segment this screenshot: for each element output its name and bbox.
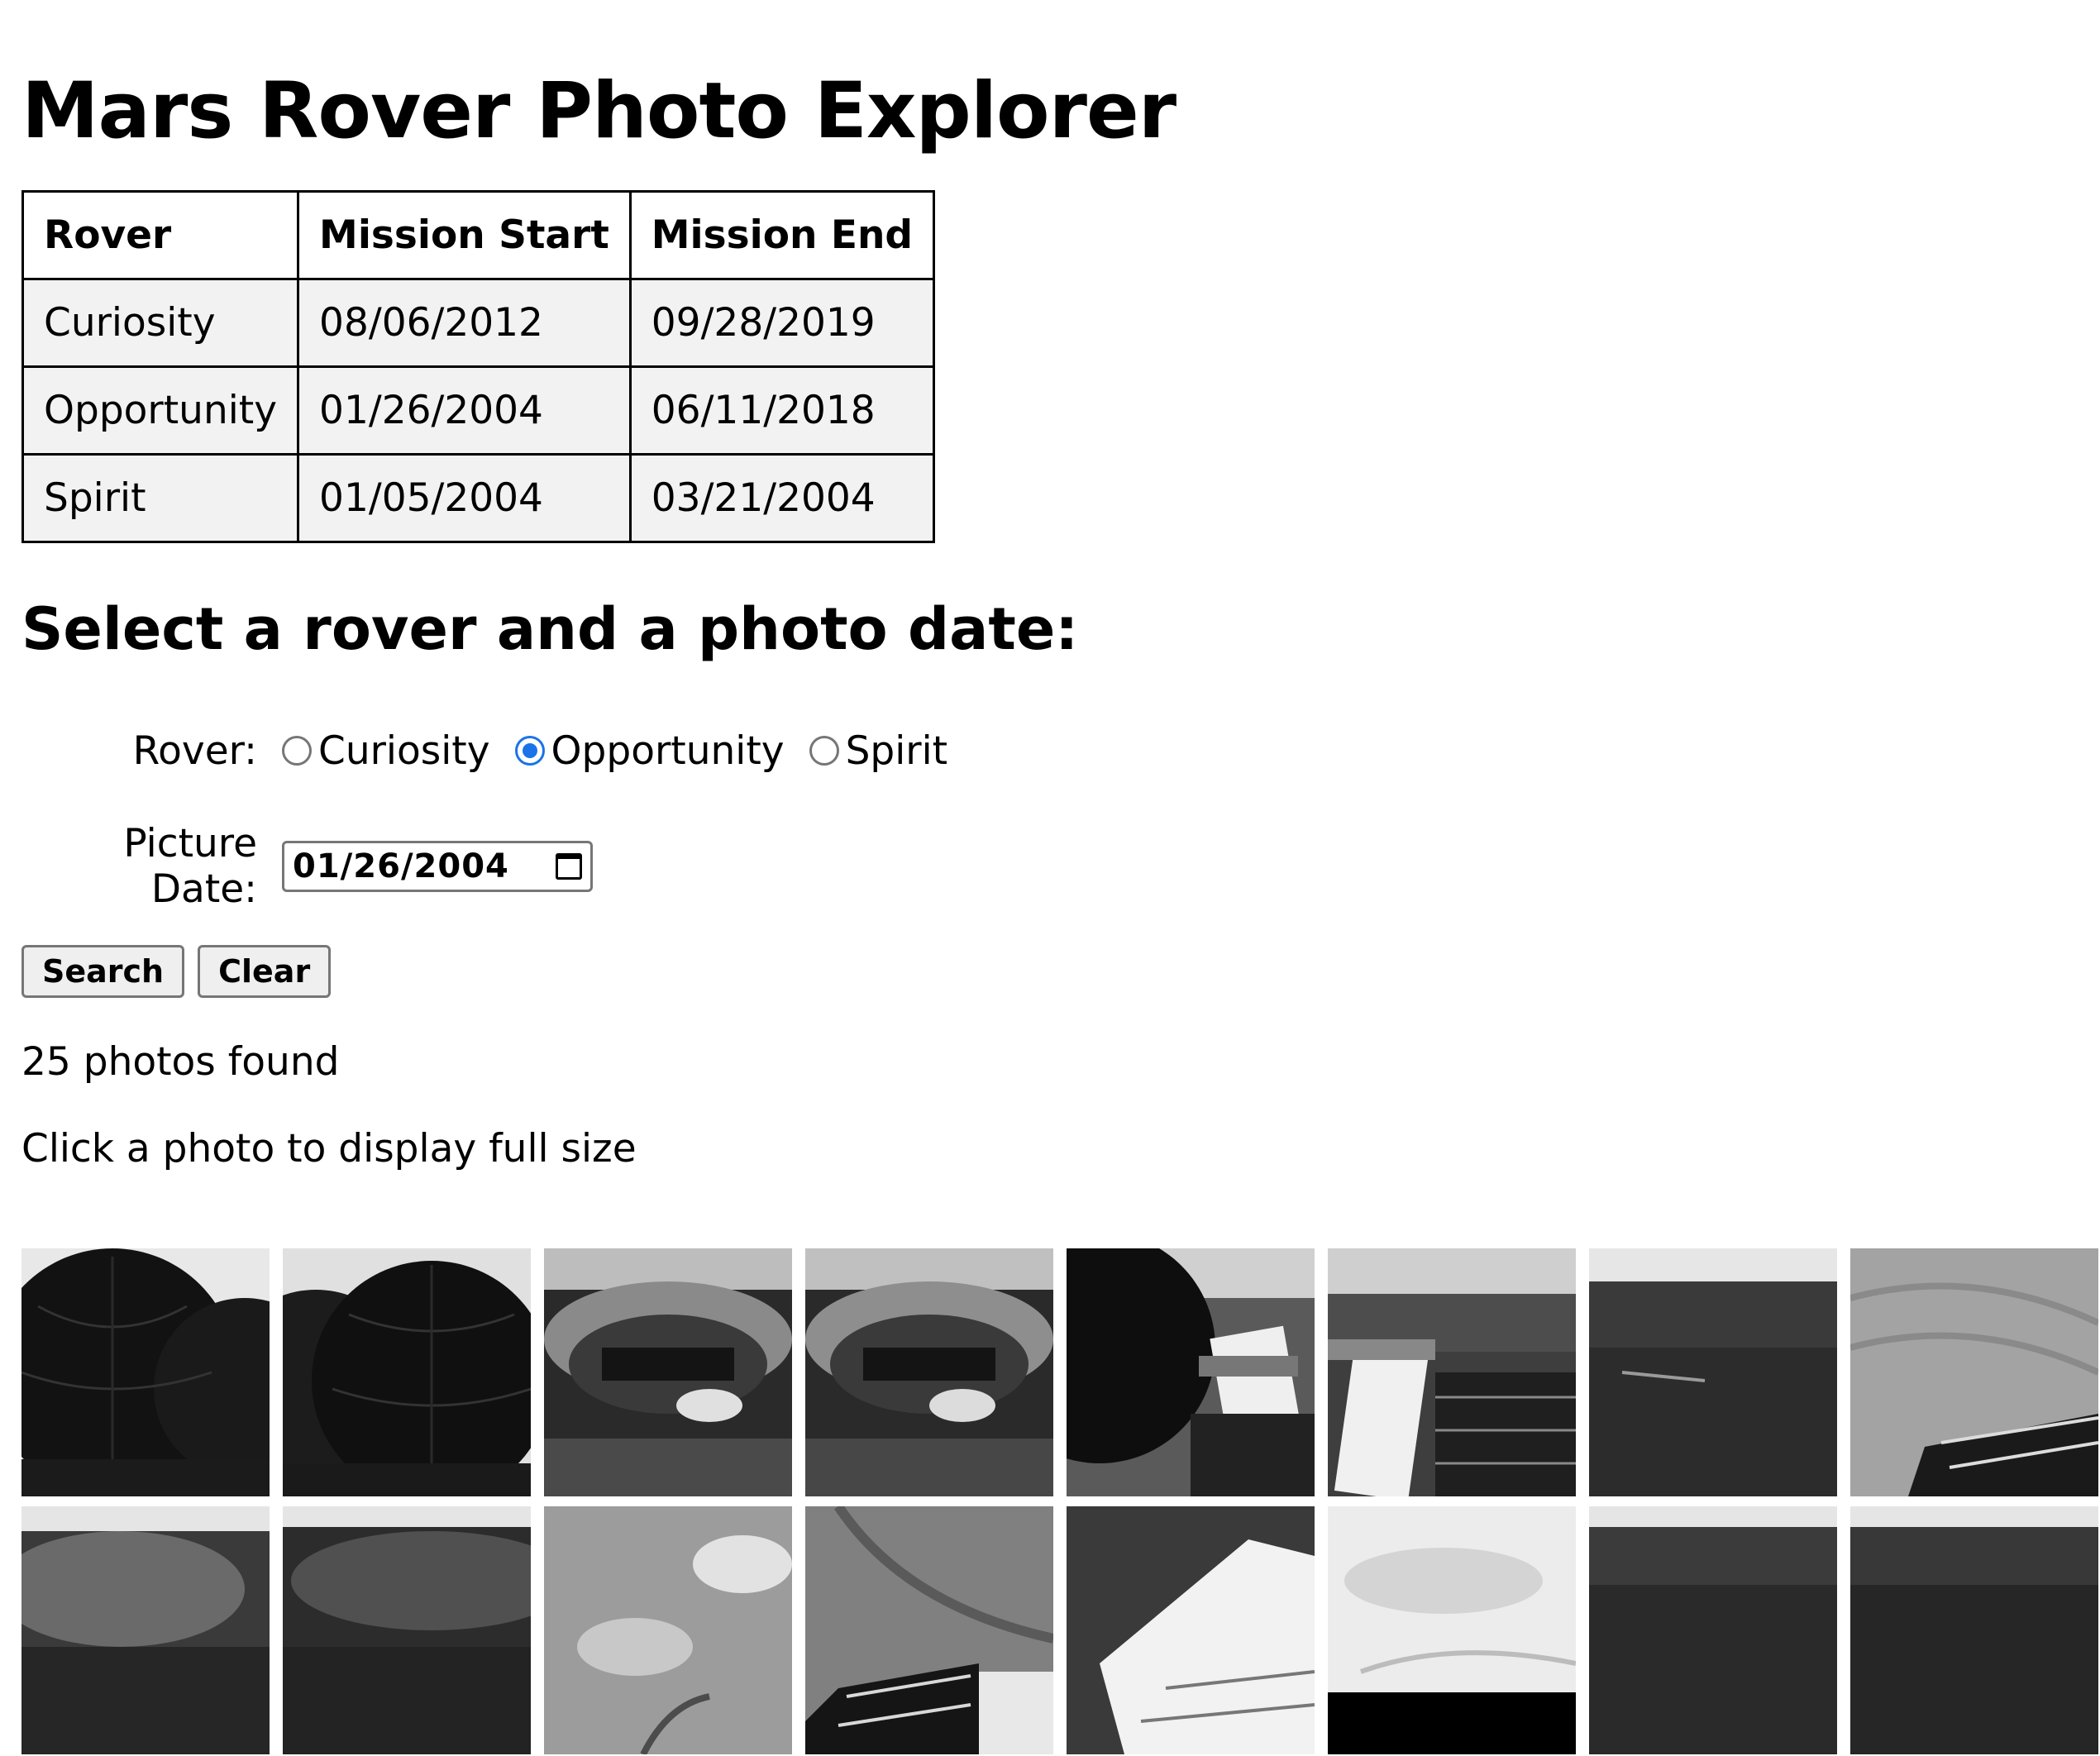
results-hint: Click a photo to display full size bbox=[21, 1126, 637, 1171]
photo-image[interactable] bbox=[544, 1248, 792, 1496]
photo-image[interactable] bbox=[21, 1248, 270, 1496]
cell-mission-end: 09/28/2019 bbox=[628, 278, 936, 368]
cell-mission-end: 06/11/2018 bbox=[628, 365, 936, 456]
column-header-mission-end: Mission End bbox=[628, 190, 936, 280]
rover-photo-thumbnail[interactable] bbox=[1850, 1506, 2098, 1754]
photo-image[interactable] bbox=[1067, 1506, 1315, 1754]
rover-label: Rover: bbox=[132, 728, 257, 774]
column-header-mission-start: Mission Start bbox=[297, 190, 632, 280]
cell-mission-end: 03/21/2004 bbox=[628, 453, 936, 543]
table-row: Spirit 01/05/2004 03/21/2004 bbox=[21, 453, 936, 543]
rover-photo-thumbnail[interactable] bbox=[1328, 1506, 1576, 1754]
rover-select-row: Rover: Curiosity Opportunity Spirit bbox=[21, 722, 2100, 780]
photo-image[interactable] bbox=[1850, 1506, 2098, 1754]
photo-image[interactable] bbox=[805, 1248, 1053, 1496]
column-header-rover: Rover bbox=[21, 190, 300, 280]
photo-grid bbox=[21, 1248, 2098, 1754]
clear-button[interactable]: Clear bbox=[198, 945, 332, 998]
photo-image[interactable] bbox=[805, 1506, 1053, 1754]
radio-label-opportunity[interactable]: Opportunity bbox=[551, 728, 785, 774]
radio-label-curiosity[interactable]: Curiosity bbox=[318, 728, 490, 774]
rover-option-spirit[interactable]: Spirit bbox=[809, 728, 948, 774]
rover-photo-thumbnail[interactable] bbox=[1067, 1248, 1315, 1496]
photo-image[interactable] bbox=[1328, 1248, 1576, 1496]
rover-photo-thumbnail[interactable] bbox=[21, 1506, 270, 1754]
cell-mission-start: 08/06/2012 bbox=[297, 278, 632, 368]
search-button[interactable]: Search bbox=[21, 945, 185, 998]
rover-photo-thumbnail[interactable] bbox=[544, 1506, 792, 1754]
results-count: 25 photos found bbox=[21, 1039, 340, 1085]
photo-image[interactable] bbox=[1850, 1248, 2098, 1496]
table-row: Opportunity 01/26/2004 06/11/2018 bbox=[21, 365, 936, 456]
cell-mission-start: 01/05/2004 bbox=[297, 453, 632, 543]
photo-image[interactable] bbox=[283, 1248, 531, 1496]
photo-image[interactable] bbox=[1589, 1248, 1837, 1496]
radio-label-spirit[interactable]: Spirit bbox=[846, 728, 948, 774]
cell-rover: Curiosity bbox=[21, 278, 300, 368]
table-header-row: Rover Mission Start Mission End bbox=[21, 190, 936, 280]
form-buttons: Search Clear bbox=[21, 945, 2100, 998]
rover-photo-thumbnail[interactable] bbox=[1067, 1506, 1315, 1754]
radio-button-spirit[interactable] bbox=[809, 736, 839, 766]
radio-button-opportunity[interactable] bbox=[514, 736, 545, 766]
form-heading: Select a rover and a photo date: bbox=[21, 595, 1079, 663]
photo-image[interactable] bbox=[544, 1506, 792, 1754]
table-row: Curiosity 08/06/2012 09/28/2019 bbox=[21, 278, 936, 368]
picture-date-input[interactable]: 01/26/2004 bbox=[282, 841, 593, 892]
cell-rover: Opportunity bbox=[21, 365, 300, 456]
rover-photo-thumbnail[interactable] bbox=[1589, 1506, 1837, 1754]
rover-photo-thumbnail[interactable] bbox=[21, 1248, 270, 1496]
rover-option-curiosity[interactable]: Curiosity bbox=[282, 728, 490, 774]
rover-photo-thumbnail[interactable] bbox=[283, 1506, 531, 1754]
rover-photo-thumbnail[interactable] bbox=[1328, 1248, 1576, 1496]
picture-date-label: Picture Date: bbox=[123, 821, 257, 912]
photo-image[interactable] bbox=[1328, 1506, 1576, 1754]
rover-missions-table: Rover Mission Start Mission End Curiosit… bbox=[21, 190, 936, 543]
cell-rover: Spirit bbox=[21, 453, 300, 543]
rover-photo-thumbnail[interactable] bbox=[283, 1248, 531, 1496]
rover-photo-thumbnail[interactable] bbox=[805, 1248, 1053, 1496]
radio-button-curiosity[interactable] bbox=[282, 736, 312, 766]
photo-image[interactable] bbox=[1589, 1506, 1837, 1754]
picture-date-value[interactable]: 01/26/2004 bbox=[293, 847, 509, 885]
rover-photo-thumbnail[interactable] bbox=[805, 1506, 1053, 1754]
date-select-row: Picture Date: 01/26/2004 bbox=[21, 821, 2100, 912]
photo-image[interactable] bbox=[283, 1506, 531, 1754]
rover-radio-group: Curiosity Opportunity Spirit bbox=[282, 728, 972, 774]
page-title: Mars Rover Photo Explorer bbox=[21, 66, 1176, 156]
rover-photo-thumbnail[interactable] bbox=[544, 1248, 792, 1496]
rover-option-opportunity[interactable]: Opportunity bbox=[514, 728, 785, 774]
rover-photo-thumbnail[interactable] bbox=[1850, 1248, 2098, 1496]
photo-image[interactable] bbox=[1067, 1248, 1315, 1496]
calendar-icon[interactable] bbox=[556, 853, 582, 880]
photo-image[interactable] bbox=[21, 1506, 270, 1754]
rover-photo-thumbnail[interactable] bbox=[1589, 1248, 1837, 1496]
cell-mission-start: 01/26/2004 bbox=[297, 365, 632, 456]
